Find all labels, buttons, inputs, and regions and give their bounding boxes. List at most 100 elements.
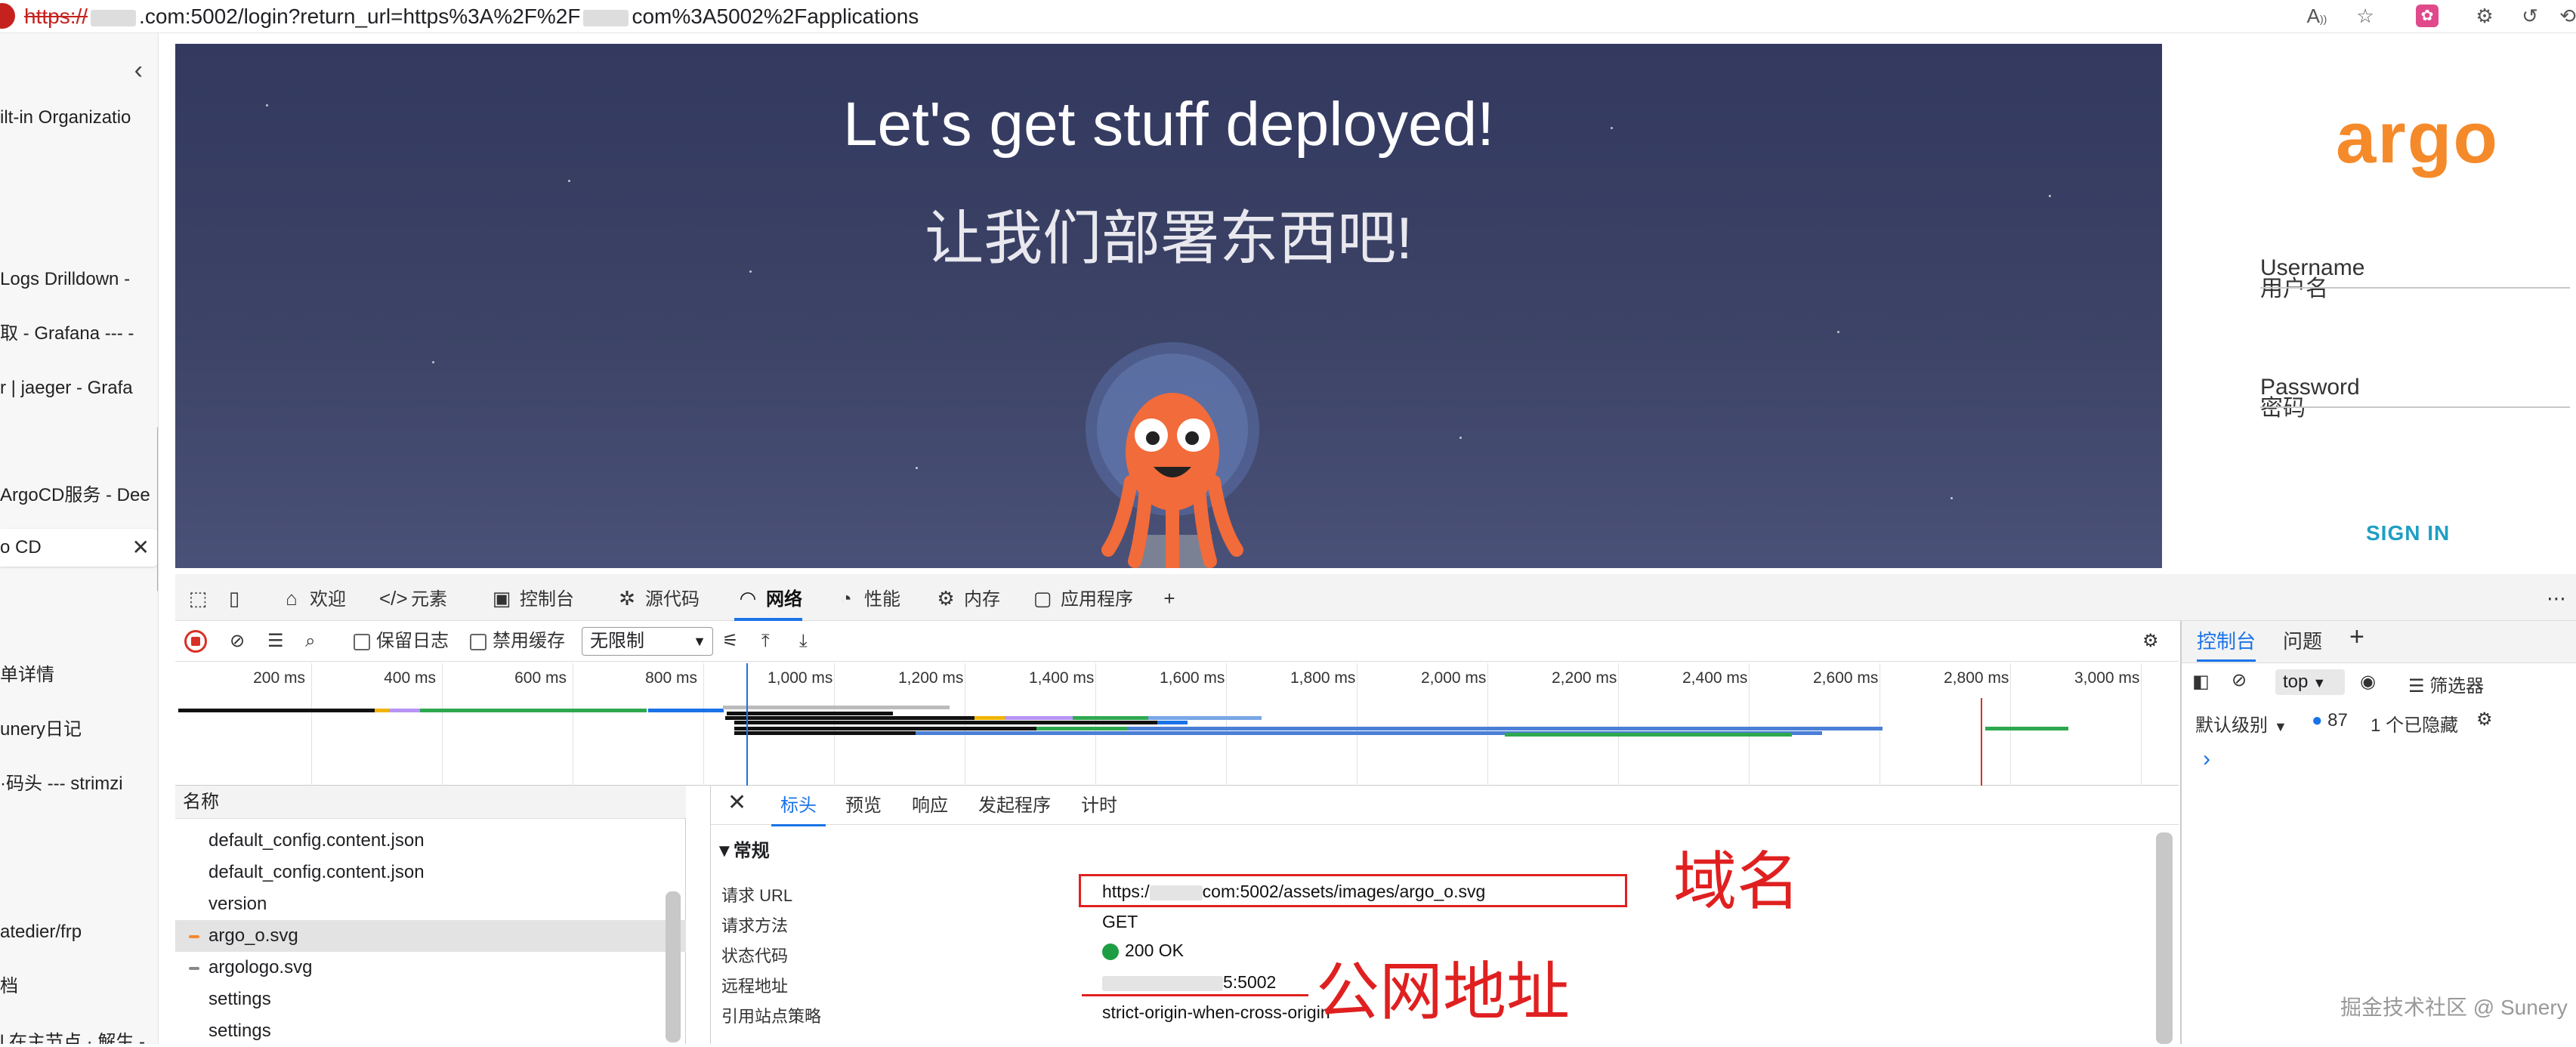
read-aloud-icon[interactable]: A)) xyxy=(2303,2,2331,30)
remote-address-value: 5:5002 xyxy=(1102,972,1276,993)
settings-icon[interactable]: ⚙ xyxy=(2476,709,2493,730)
tab-drawer-console[interactable]: 控制台 xyxy=(2197,630,2256,662)
tab-elements[interactable]: </> 元素 xyxy=(379,582,447,615)
tab-item[interactable]: 取 - Grafana --- - xyxy=(0,319,158,349)
tab-initiator[interactable]: 发起程序 xyxy=(978,795,1051,817)
timeline-tick-label: 200 ms xyxy=(253,669,305,687)
list-scrollbar[interactable] xyxy=(666,891,681,1042)
tab-console[interactable]: ▣ 控制台 xyxy=(488,582,574,615)
device-icon[interactable]: ▯ xyxy=(221,582,252,615)
tab-sources[interactable]: ✲ 源代码 xyxy=(613,582,700,615)
username-field[interactable] xyxy=(2260,287,2570,289)
plus-icon[interactable]: + xyxy=(2349,624,2364,650)
inspect-icon[interactable]: ⬚ xyxy=(184,582,216,615)
filter-icon[interactable]: ☰ xyxy=(267,629,284,654)
tab-item-active[interactable]: o CD ✕ xyxy=(0,529,158,567)
search-icon[interactable]: ⌕ xyxy=(305,629,315,654)
argo-octopus-mascot-icon xyxy=(1086,342,1259,568)
chevron-right-icon[interactable]: › xyxy=(2203,746,2210,772)
tab-item[interactable]: unery日记 xyxy=(0,715,158,745)
collapse-sidebar-icon[interactable]: ‹ xyxy=(134,56,143,85)
remote-address-port: 5:5002 xyxy=(1223,972,1277,992)
disable-cache-checkbox[interactable]: 禁用缓存 xyxy=(470,629,565,654)
more-icon[interactable]: ⋯ xyxy=(2543,582,2574,615)
timeline-request-bar xyxy=(1127,727,1883,730)
details-scrollbar[interactable] xyxy=(2156,832,2173,1044)
network-timeline[interactable]: 200 ms 400 ms 600 ms 800 ms 1,000 ms 1,200 ms… xyxy=(175,663,2179,786)
timeline-gridline xyxy=(1487,663,1488,786)
sidebar-scrollbar[interactable] xyxy=(157,426,158,592)
request-row[interactable]: default_config.content.json xyxy=(175,857,686,888)
tab-welcome[interactable]: ⌂ 欢迎 xyxy=(278,582,346,615)
close-tab-icon[interactable]: ✕ xyxy=(132,529,150,567)
request-row[interactable]: settings xyxy=(175,1015,686,1047)
message-count[interactable]: ● 87 xyxy=(2312,710,2348,731)
tab-item[interactable]: ArgoCD服务 - Dee xyxy=(0,480,158,511)
console-filter[interactable]: ☰ 筛选器 xyxy=(2408,671,2484,697)
clear-icon[interactable]: ⊘ xyxy=(230,629,245,654)
more-icon[interactable]: ⟲ xyxy=(2553,2,2576,30)
tab-item[interactable]: Logs Drilldown - xyxy=(0,264,158,295)
checkbox[interactable] xyxy=(354,633,370,650)
tab-response[interactable]: 响应 xyxy=(912,795,948,817)
sidebar-toggle-icon[interactable]: ◧ xyxy=(2192,671,2210,693)
tab-item[interactable]: 档 xyxy=(0,971,158,1002)
throttle-select[interactable]: 无限制 ▼ xyxy=(582,627,713,656)
context-value: top xyxy=(2283,672,2309,692)
remote-address-key: 远程地址 xyxy=(721,977,789,996)
tab-item[interactable]: atedier/frp xyxy=(0,917,158,947)
record-stop-icon[interactable] xyxy=(184,630,207,653)
request-row-selected[interactable]: argo_o.svg xyxy=(175,920,686,952)
tab-headers[interactable]: 标头 xyxy=(771,795,826,826)
log-level-select[interactable]: 默认级别 ▼ xyxy=(2195,710,2287,737)
vertical-tabs-sidebar: ‹ ilt-in Organizatio Logs Drilldown - 取 … xyxy=(0,33,159,1044)
tab-item[interactable]: ·码头 --- strimzi xyxy=(0,769,158,799)
context-select[interactable]: top ▼ xyxy=(2275,669,2345,695)
preserve-log-checkbox[interactable]: 保留日志 xyxy=(354,629,449,654)
request-row[interactable]: version xyxy=(175,888,686,920)
watermark: 掘金技术社区 @ Sunery xyxy=(2340,996,2568,1019)
tab-issues[interactable]: 问题 xyxy=(2283,630,2322,653)
request-row[interactable]: settings xyxy=(175,984,686,1015)
not-secure-icon[interactable] xyxy=(0,3,15,29)
tab-label: 取 - Grafana --- - xyxy=(0,323,134,344)
tab-memory[interactable]: ⚙ 内存 xyxy=(932,582,1000,615)
request-row[interactable]: argologo.svg xyxy=(175,952,686,984)
close-icon[interactable]: ✕ xyxy=(727,792,746,814)
eye-icon[interactable]: ◉ xyxy=(2360,671,2376,693)
tab-preview[interactable]: 预览 xyxy=(845,795,882,817)
request-row[interactable]: default_config.content.json xyxy=(175,825,686,857)
wifi-icon: ◠ xyxy=(740,587,755,610)
hero-title: Let's get stuff deployed! xyxy=(842,90,1495,159)
history-icon[interactable]: ↺ xyxy=(2516,2,2544,30)
tab-item[interactable]: ilt-in Organizatio xyxy=(0,103,158,133)
url-text[interactable]: https:// .com:5002/login?return_url=https… xyxy=(24,3,919,30)
favorite-star-icon[interactable]: ☆ xyxy=(2351,2,2380,30)
filter-icon: ☰ xyxy=(2408,676,2430,696)
tab-performance[interactable]: ◔ 性能 xyxy=(832,582,900,615)
name-column-header[interactable]: 名称 xyxy=(175,786,686,819)
tab-application[interactable]: ▢ 应用程序 xyxy=(1029,582,1133,615)
settings-icon[interactable]: ⚙ xyxy=(2142,629,2159,654)
timeline-tick-label: 2,600 ms xyxy=(1813,669,1879,687)
checkbox[interactable] xyxy=(470,633,486,650)
password-field[interactable] xyxy=(2260,406,2570,408)
tab-item[interactable]: l 在主节点 · 解生 - xyxy=(0,1027,158,1044)
svg-file-icon xyxy=(189,935,199,938)
clear-console-icon[interactable]: ⊘ xyxy=(2232,669,2247,691)
extension-icon[interactable]: ✿ xyxy=(2416,5,2439,27)
request-method-value: GET xyxy=(1102,912,1138,931)
export-icon[interactable]: ⤓ xyxy=(799,629,808,654)
network-conditions-icon[interactable]: ⚟ xyxy=(722,629,739,654)
tab-network[interactable]: ◠ 网络 xyxy=(734,582,802,621)
sign-in-button[interactable]: SIGN IN xyxy=(2366,521,2450,545)
tab-item[interactable]: 单详情 xyxy=(0,660,158,690)
general-section-toggle[interactable]: ▼常规 xyxy=(715,835,770,862)
tab-item[interactable]: r | jaeger - Grafa xyxy=(0,373,158,403)
timeline-request-bar xyxy=(727,712,893,715)
settings-icon[interactable]: ⚙ xyxy=(2470,2,2499,30)
import-icon[interactable]: ⤒ xyxy=(761,629,770,654)
address-bar[interactable]: https:// .com:5002/login?return_url=https… xyxy=(0,0,2576,33)
add-tab-button[interactable]: + xyxy=(1156,582,1188,615)
tab-timing[interactable]: 计时 xyxy=(1081,795,1117,817)
